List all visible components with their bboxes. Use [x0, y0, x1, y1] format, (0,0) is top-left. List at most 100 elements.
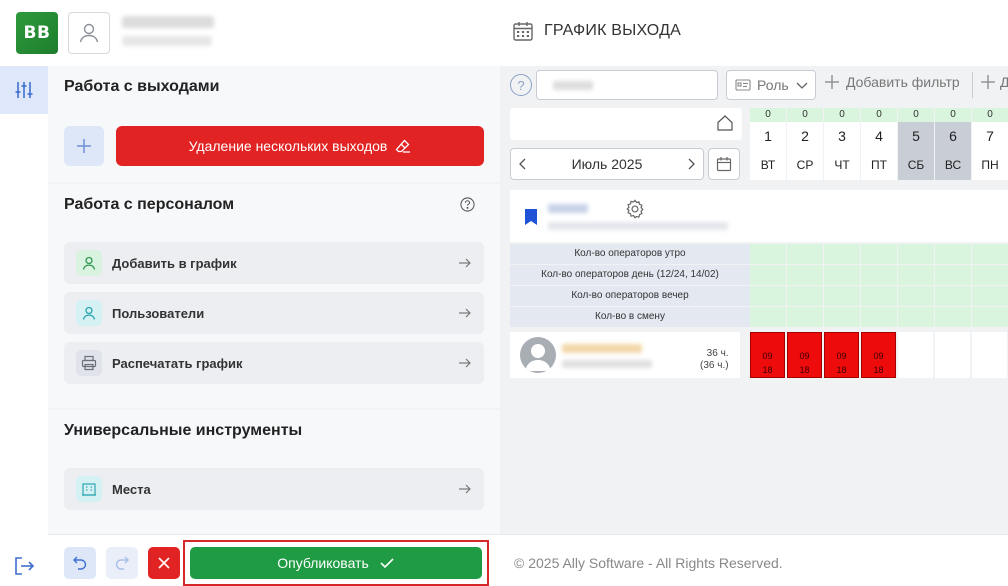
month-label: Июль 2025 — [571, 156, 643, 172]
user-role-redacted — [122, 36, 212, 46]
chevron-right-icon[interactable] — [685, 157, 697, 171]
day-weekday: ЧТ — [834, 158, 850, 172]
shift-end: 18 — [762, 365, 773, 375]
day-column[interactable]: 0 4 ПТ — [861, 108, 897, 180]
chevron-down-icon — [796, 82, 808, 89]
day-column-weekend[interactable]: 0 5 СБ — [898, 108, 934, 180]
day-number: 7 — [986, 128, 994, 144]
section-shifts-title: Работа с выходами — [64, 78, 220, 95]
schedule-top-box — [510, 108, 742, 140]
bookmark-icon[interactable] — [524, 208, 538, 226]
plus-icon — [77, 139, 91, 153]
employee-hours-value: 36 ч. — [706, 348, 729, 359]
day-count: 0 — [861, 108, 897, 122]
day-count: 0 — [824, 108, 860, 122]
print-schedule-item[interactable]: Распечатать график — [64, 342, 484, 384]
day-column[interactable]: 0 3 ЧТ — [824, 108, 860, 180]
section-shifts: Работа с выходами Удаление нескольких вы… — [48, 66, 500, 182]
undo-icon — [73, 556, 87, 570]
day-column[interactable]: 0 1 ВТ — [750, 108, 786, 180]
left-rail — [0, 66, 48, 586]
shift-start: 09 — [873, 351, 884, 361]
cancel-button[interactable] — [148, 547, 180, 579]
date-picker-button[interactable] — [708, 148, 740, 180]
search-input[interactable] — [536, 70, 718, 100]
arrow-right-icon — [459, 258, 471, 268]
day-weekday: ВС — [944, 158, 962, 172]
redo-icon — [115, 556, 129, 570]
section-tools-title: Универсальные инструменты — [64, 422, 303, 439]
add-to-schedule-item[interactable]: Добавить в график — [64, 242, 484, 284]
stat-row-label: Кол-во операторов день (12/24, 14/02) — [510, 265, 750, 285]
logout-button[interactable] — [12, 554, 36, 581]
shift-cell[interactable]: 09 18 — [824, 332, 859, 378]
user-avatar[interactable] — [68, 12, 110, 54]
employee-name-redacted — [562, 344, 642, 353]
day-column[interactable]: 0 2 СР — [787, 108, 823, 180]
day-count: 0 — [972, 108, 1008, 122]
shift-cell[interactable]: 09 18 — [750, 332, 785, 378]
day-count: 0 — [750, 108, 786, 122]
add-filter-label: Добавить фильтр — [846, 74, 960, 90]
day-weekday: ПТ — [871, 158, 887, 172]
sliders-toggle-button[interactable] — [0, 66, 48, 114]
page-title: ГРАФИК ВЫХОДА — [544, 22, 682, 39]
help-icon[interactable] — [460, 197, 475, 212]
print-schedule-label: Распечатать график — [112, 355, 243, 371]
employee-hours-planned: (36 ч.) — [700, 360, 729, 371]
bottom-bar: Опубликовать © 2025 Ally Software - All … — [48, 534, 1008, 586]
day-count: 0 — [898, 108, 934, 122]
chevron-left-icon[interactable] — [517, 157, 529, 171]
shift-end: 18 — [836, 365, 847, 375]
day-weekday: ВТ — [760, 158, 776, 172]
group-name-redacted — [548, 204, 588, 213]
add-shift-button[interactable] — [64, 126, 104, 166]
gear-icon[interactable] — [624, 198, 646, 220]
side-panel: Работа с выходами Удаление нескольких вы… — [48, 66, 500, 534]
help-button[interactable]: ? — [510, 74, 532, 96]
users-item[interactable]: Пользователи — [64, 292, 484, 334]
day-count: 0 — [787, 108, 823, 122]
user-teal-icon — [76, 300, 102, 326]
logout-icon — [15, 557, 35, 575]
places-item[interactable]: Места — [64, 468, 484, 510]
delete-multiple-label: Удаление нескольких выходов — [188, 138, 388, 154]
stat-row-label: Кол-во операторов утро — [510, 244, 750, 264]
empty-shift-cell[interactable] — [898, 332, 933, 378]
publish-button[interactable]: Опубликовать — [190, 547, 482, 579]
empty-shift-cell[interactable] — [935, 332, 970, 378]
section-staff: Работа с персоналом Добавить в график По… — [48, 184, 500, 408]
plus-icon — [981, 75, 995, 89]
stat-row-label: Кол-во операторов вечер — [510, 286, 750, 306]
role-select-label: Роль — [757, 77, 789, 93]
undo-button[interactable] — [64, 547, 96, 579]
redo-button[interactable] — [106, 547, 138, 579]
printer-icon — [76, 350, 102, 376]
close-icon — [158, 557, 170, 569]
app-logo: BB — [16, 12, 58, 54]
shift-cell[interactable]: 09 18 — [861, 332, 896, 378]
sliders-icon — [15, 82, 33, 98]
arrow-right-icon — [459, 358, 471, 368]
home-icon[interactable] — [716, 114, 734, 132]
add-filter-2-label: Д — [1000, 74, 1008, 90]
shift-end: 18 — [873, 365, 884, 375]
calendar-icon — [716, 157, 732, 172]
day-number: 4 — [875, 128, 883, 144]
user-icon — [79, 23, 99, 43]
filter-divider — [972, 72, 973, 98]
shift-end: 18 — [799, 365, 810, 375]
day-column-weekend[interactable]: 0 6 ВС — [935, 108, 971, 180]
day-number: 5 — [912, 128, 920, 144]
delete-multiple-shifts-button[interactable]: Удаление нескольких выходов — [116, 126, 484, 166]
add-filter-button-2[interactable]: Д — [980, 74, 1008, 90]
employee-card[interactable]: 36 ч. (36 ч.) — [510, 332, 740, 378]
role-select[interactable]: Роль — [726, 70, 816, 100]
shift-cell[interactable]: 09 18 — [787, 332, 822, 378]
shift-start: 09 — [762, 351, 773, 361]
empty-shift-cell[interactable] — [972, 332, 1007, 378]
add-filter-button[interactable]: Добавить фильтр — [824, 74, 960, 90]
plus-icon — [825, 75, 839, 89]
day-column[interactable]: 0 7 ПН — [972, 108, 1008, 180]
section-tools: Универсальные инструменты Места — [48, 410, 500, 534]
